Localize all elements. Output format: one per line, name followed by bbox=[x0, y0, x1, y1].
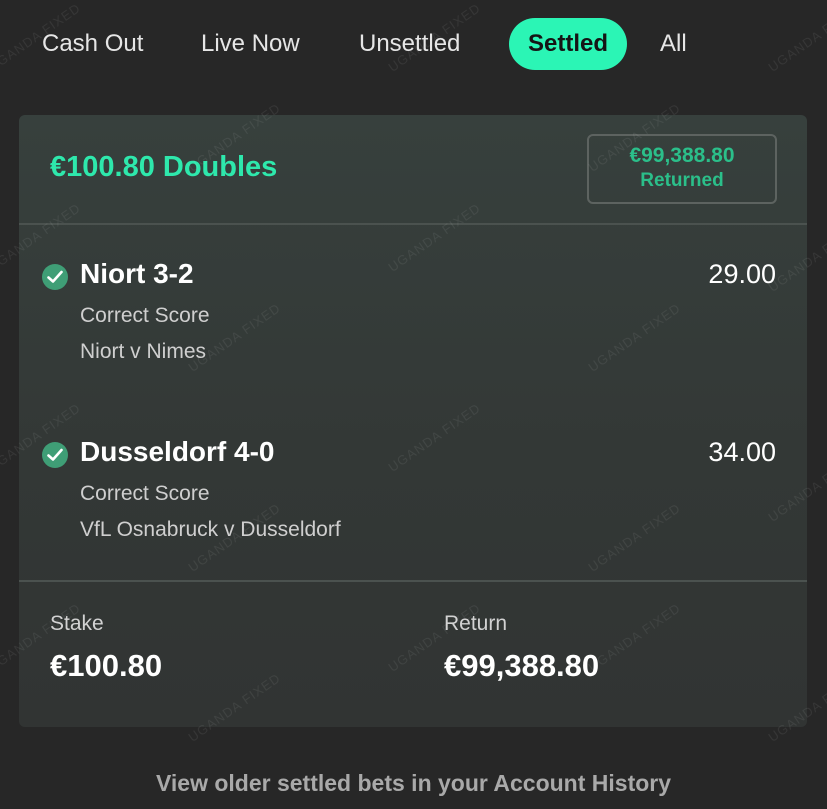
bet-summary: Stake €100.80 Return €99,388.80 bbox=[19, 612, 807, 712]
return-label: Return bbox=[444, 612, 508, 635]
selection-event: Niort v Nimes bbox=[80, 340, 207, 363]
tab-unsettled[interactable]: Unsettled bbox=[359, 18, 460, 70]
account-history-link[interactable]: View older settled bets in your Account … bbox=[0, 770, 827, 797]
returned-badge: €99,388.80 Returned bbox=[587, 134, 777, 204]
settled-bet-card[interactable]: €100.80 Doubles €99,388.80 Returned Nior… bbox=[19, 115, 807, 727]
check-circle-icon bbox=[42, 264, 68, 290]
tab-settled[interactable]: Settled bbox=[509, 18, 627, 70]
tab-live-now[interactable]: Live Now bbox=[201, 18, 300, 70]
selection-name: Dusseldorf 4-0 bbox=[80, 436, 275, 467]
bets-page: Cash Out Live Now Unsettled Settled All … bbox=[0, 0, 827, 809]
tab-all[interactable]: All bbox=[660, 18, 687, 70]
bet-selection: Niort 3-2 29.00 Correct Score Niort v Ni… bbox=[19, 258, 807, 378]
returned-label: Returned bbox=[640, 170, 724, 191]
header-divider bbox=[19, 223, 807, 225]
stake-value: €100.80 bbox=[50, 648, 163, 683]
selection-market: Correct Score bbox=[80, 304, 210, 327]
bet-filter-tabs: Cash Out Live Now Unsettled Settled All bbox=[0, 18, 827, 72]
check-circle-icon bbox=[42, 442, 68, 468]
bet-selection: Dusseldorf 4-0 34.00 Correct Score VfL O… bbox=[19, 436, 807, 556]
selection-event: VfL Osnabruck v Dusseldorf bbox=[80, 518, 341, 541]
bet-card-header: €100.80 Doubles €99,388.80 Returned bbox=[19, 115, 807, 223]
selection-market: Correct Score bbox=[80, 482, 210, 505]
returned-amount: €99,388.80 bbox=[629, 144, 735, 167]
selection-odds: 34.00 bbox=[708, 437, 776, 467]
stake-label: Stake bbox=[50, 612, 104, 635]
bet-title: €100.80 Doubles bbox=[50, 151, 278, 183]
selection-name: Niort 3-2 bbox=[80, 258, 194, 289]
summary-divider bbox=[19, 580, 807, 582]
selection-odds: 29.00 bbox=[708, 259, 776, 289]
return-value: €99,388.80 bbox=[444, 648, 600, 683]
tab-cash-out[interactable]: Cash Out bbox=[42, 18, 143, 70]
